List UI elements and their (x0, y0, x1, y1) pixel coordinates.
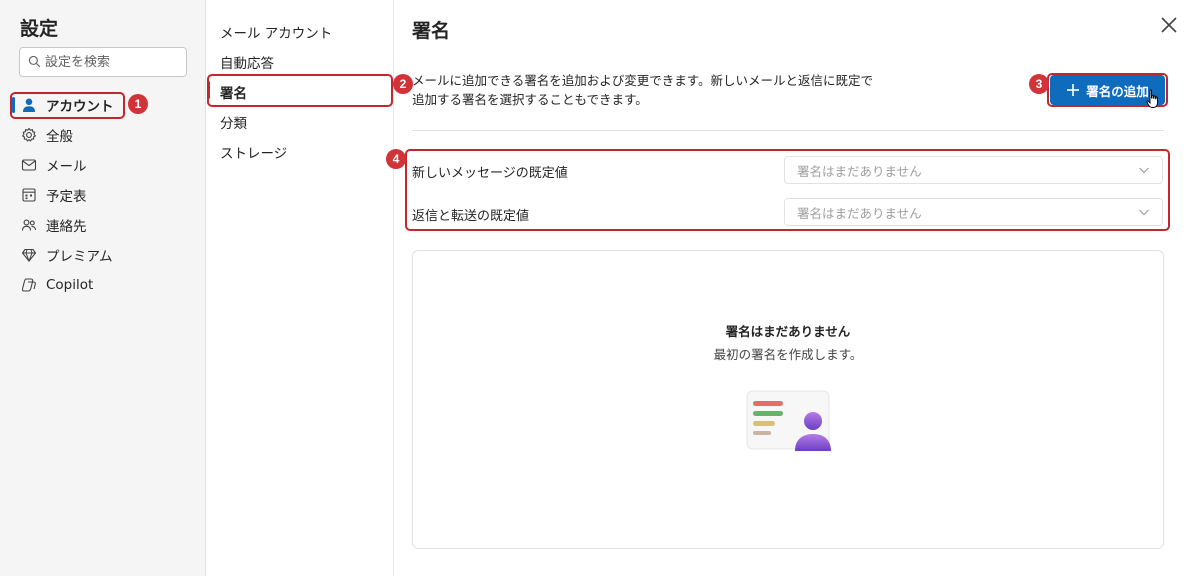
sidebar-item-calendar[interactable]: 予定表 (12, 180, 202, 210)
new-message-default-dropdown[interactable]: 署名はまだありません (784, 156, 1163, 184)
empty-state-title: 署名はまだありません (725, 324, 851, 339)
people-icon (20, 216, 38, 234)
sidebar-item-label: Copilot (46, 277, 94, 293)
subnav-active-indicator (207, 81, 210, 99)
dropdown-value: 署名はまだありません (797, 163, 922, 179)
settings-sidebar: 設定 アカウント 全般 メール 予 (0, 0, 206, 576)
callout-badge-3: 3 (1029, 74, 1049, 94)
chevron-down-icon (1138, 206, 1150, 221)
subnav-item-categories[interactable]: 分類 (220, 112, 247, 132)
gear-icon (20, 126, 38, 144)
sidebar-item-label: プレミアム (46, 249, 113, 265)
sidebar-item-general[interactable]: 全般 (12, 120, 202, 150)
sidebar-item-label: アカウント (46, 99, 114, 115)
sidebar-item-label: 全般 (46, 129, 73, 145)
new-message-default-label: 新しいメッセージの既定値 (412, 166, 568, 181)
add-signature-label: 署名の追加 (1086, 83, 1149, 99)
reply-forward-default-dropdown[interactable]: 署名はまだありません (784, 198, 1163, 226)
person-icon (20, 96, 38, 114)
settings-title: 設定 (20, 18, 59, 40)
search-icon (28, 53, 41, 72)
subnav-item-auto-reply[interactable]: 自動応答 (220, 52, 274, 72)
sidebar-item-account[interactable]: アカウント (12, 90, 202, 120)
mail-icon (20, 156, 38, 174)
dropdown-value: 署名はまだありません (797, 205, 922, 221)
subnav-item-signature[interactable]: 署名 (220, 82, 247, 102)
sidebar-item-copilot[interactable]: Copilot (12, 270, 202, 300)
empty-signature-panel: 署名はまだありません 最初の署名を作成します。 (412, 250, 1164, 549)
page-title: 署名 (412, 20, 451, 42)
signature-card-illustration (743, 387, 839, 471)
empty-state-subtitle: 最初の署名を作成します。 (713, 347, 863, 362)
chevron-down-icon (1138, 164, 1150, 179)
subnav-item-storage[interactable]: ストレージ (220, 142, 287, 162)
close-icon (1160, 16, 1178, 38)
callout-badge-1: 1 (128, 94, 148, 114)
signature-description: メールに追加できる署名を追加および変更できます。新しいメールと返信に既定で追加す… (412, 73, 874, 107)
sidebar-item-mail[interactable]: メール (12, 150, 202, 180)
signature-panel: 署名 メールに追加できる署名を追加および変更できます。新しいメールと返信に既定で… (394, 0, 1200, 576)
plus-icon (1066, 80, 1080, 100)
sidebar-item-label: 予定表 (46, 189, 87, 205)
callout-badge-4: 4 (386, 149, 406, 169)
settings-search-input[interactable] (45, 54, 175, 70)
calendar-icon (20, 186, 38, 204)
copilot-icon (20, 276, 38, 294)
sidebar-item-label: 連絡先 (46, 219, 87, 235)
diamond-icon (20, 246, 38, 264)
settings-nav: アカウント 全般 メール 予定表 連絡先 プレミアム Copilot (12, 90, 202, 300)
close-button[interactable] (1156, 14, 1182, 40)
sidebar-item-contacts[interactable]: 連絡先 (12, 210, 202, 240)
sidebar-item-label: メール (46, 159, 87, 175)
subnav-item-mail-account[interactable]: メール アカウント (220, 22, 332, 42)
divider (412, 130, 1164, 131)
hand-cursor-icon (1146, 89, 1160, 113)
account-subnav: メール アカウント 自動応答 署名 分類 ストレージ (206, 0, 394, 576)
reply-forward-default-label: 返信と転送の既定値 (412, 209, 530, 224)
settings-search-box[interactable] (19, 47, 187, 77)
sidebar-item-premium[interactable]: プレミアム (12, 240, 202, 270)
